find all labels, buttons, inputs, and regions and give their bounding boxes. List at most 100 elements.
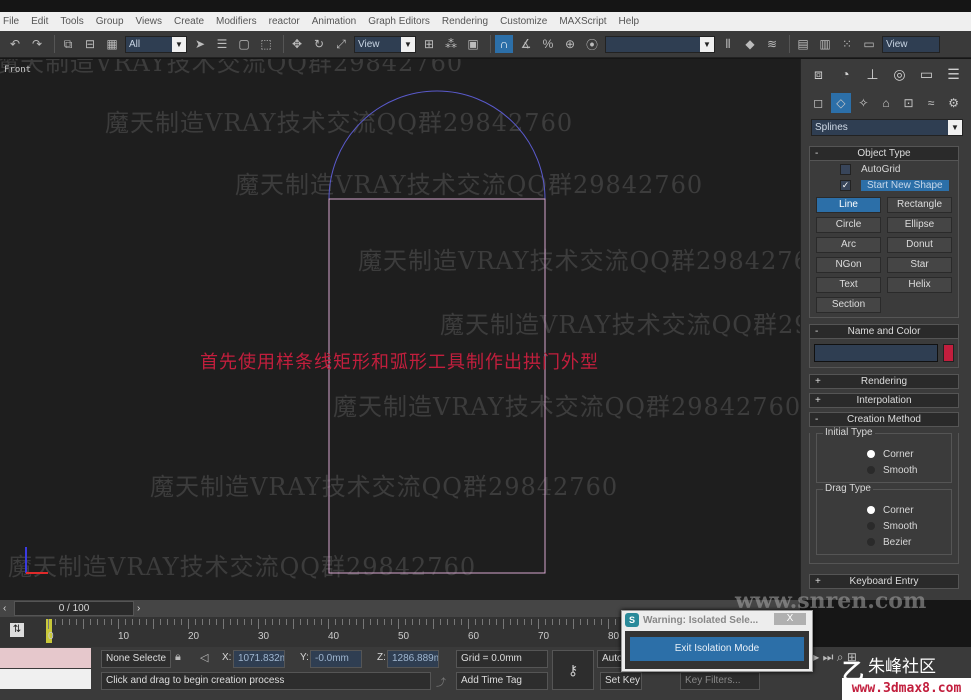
geometry-icon[interactable]: ◻ <box>808 93 828 113</box>
add-time-tag-button[interactable]: Add Time Tag <box>456 672 548 690</box>
maxscript-listener-output[interactable] <box>0 648 91 668</box>
rotate-icon[interactable]: ↻ <box>310 35 328 53</box>
name-and-color-rollout-header[interactable]: - Name and Color <box>809 324 959 339</box>
menu-edit[interactable]: Edit <box>31 16 48 27</box>
motion-tab-icon[interactable]: ◎ <box>889 63 911 85</box>
keyboard-shortcut-icon[interactable]: ▣ <box>464 35 482 53</box>
star-button[interactable]: Star <box>887 257 952 273</box>
exit-isolation-mode-button[interactable]: Exit Isolation Mode <box>630 637 804 661</box>
select-by-name-icon[interactable]: ☰ <box>213 35 231 53</box>
menu-views[interactable]: Views <box>136 16 163 27</box>
hierarchy-tab-icon[interactable]: ⊥ <box>862 63 884 85</box>
percent-snap-icon[interactable]: % <box>539 35 557 53</box>
radio-button[interactable] <box>867 506 875 514</box>
display-tab-icon[interactable]: ▭ <box>916 63 938 85</box>
initial-type-smooth-radio[interactable]: Smooth <box>817 462 951 478</box>
rectangular-selection-icon[interactable]: ▢ <box>235 35 253 53</box>
autogrid-checkbox[interactable]: AutoGrid <box>810 161 958 177</box>
menu-help[interactable]: Help <box>619 16 640 27</box>
unlink-icon[interactable]: ⊟ <box>81 35 99 53</box>
menu-rendering[interactable]: Rendering <box>442 16 488 27</box>
redo-icon[interactable]: ↷ <box>28 35 46 53</box>
window-crossing-icon[interactable]: ⬚ <box>257 35 275 53</box>
drag-type-smooth-radio[interactable]: Smooth <box>817 518 951 534</box>
front-viewport[interactable]: Front 魔天制造VRAY技术交流QQ群29842760 魔天制造VRAY技术… <box>0 59 800 600</box>
radio-button[interactable] <box>867 538 875 546</box>
walk-through-icon[interactable]: ⤴ <box>436 674 446 689</box>
cameras-icon[interactable]: ⌂ <box>876 93 896 113</box>
time-slider[interactable]: 0 / 100 <box>14 601 134 616</box>
object-name-input[interactable] <box>814 344 938 362</box>
drag-type-corner-radio[interactable]: Corner <box>817 502 951 518</box>
interpolation-rollout-header[interactable]: + Interpolation <box>809 393 959 408</box>
keyboard-entry-rollout-header[interactable]: + Keyboard Entry <box>809 574 959 589</box>
menu-create[interactable]: Create <box>174 16 204 27</box>
lock-selection-icon[interactable]: 🔒︎ <box>175 651 181 664</box>
menu-group[interactable]: Group <box>96 16 124 27</box>
rectangle-spline[interactable] <box>328 198 546 574</box>
menu-graph-editors[interactable]: Graph Editors <box>368 16 430 27</box>
line-button[interactable]: Line <box>816 197 881 213</box>
helix-button[interactable]: Helix <box>887 277 952 293</box>
menu-modifiers[interactable]: Modifiers <box>216 16 257 27</box>
text-button[interactable]: Text <box>816 277 881 293</box>
key-filters-button[interactable]: Key Filters... <box>680 672 760 690</box>
select-and-link-icon[interactable]: ⧉ <box>59 35 77 53</box>
menu-file[interactable]: File <box>3 16 19 27</box>
menu-maxscript[interactable]: MAXScript <box>559 16 606 27</box>
y-coordinate-input[interactable]: -0.0mm <box>310 650 362 668</box>
next-frame-icon[interactable]: › <box>137 603 140 614</box>
radio-button[interactable] <box>867 450 875 458</box>
curve-editor-icon[interactable]: ▤ <box>794 35 812 53</box>
close-button[interactable]: X <box>774 613 806 625</box>
layer-manager-icon[interactable]: ≋ <box>763 35 781 53</box>
angle-snap-icon[interactable]: ∡ <box>517 35 535 53</box>
snaps-toggle-icon[interactable]: ∩ <box>495 35 513 53</box>
render-setup-icon[interactable]: ▭ <box>860 35 878 53</box>
lights-icon[interactable]: ✧ <box>853 93 873 113</box>
maxscript-listener-input[interactable] <box>0 669 91 689</box>
ngon-button[interactable]: NGon <box>816 257 881 273</box>
align-icon[interactable]: ◆ <box>741 35 759 53</box>
edit-named-selection-icon[interactable]: ⦿ <box>583 35 601 53</box>
selection-filter-dropdown[interactable]: All ▼ <box>125 35 187 53</box>
menu-customize[interactable]: Customize <box>500 16 547 27</box>
radio-button[interactable] <box>867 466 875 474</box>
arc-button[interactable]: Arc <box>816 237 881 253</box>
render-viewport-dropdown[interactable]: View <box>882 35 940 53</box>
utilities-tab-icon[interactable]: ☰ <box>943 63 965 85</box>
x-coordinate-input[interactable]: 1071.832m <box>233 650 285 668</box>
checkmark-icon[interactable]: ✓ <box>840 179 851 191</box>
ellipse-button[interactable]: Ellipse <box>887 217 952 233</box>
set-key-mode-icon[interactable]: ⚷ <box>552 650 594 690</box>
helpers-icon[interactable]: ⊡ <box>899 93 919 113</box>
category-dropdown[interactable]: Splines ▼ <box>811 119 963 136</box>
arc-spline[interactable] <box>328 90 546 200</box>
create-tab-icon[interactable]: ⧈ <box>808 63 830 85</box>
menu-tools[interactable]: Tools <box>60 16 83 27</box>
radio-button[interactable] <box>867 522 875 530</box>
circle-button[interactable]: Circle <box>816 217 881 233</box>
select-manipulate-icon[interactable]: ⁂ <box>442 35 460 53</box>
set-key-button[interactable]: Set Key <box>600 672 642 690</box>
initial-type-corner-radio[interactable]: Corner <box>817 446 951 462</box>
section-button[interactable]: Section <box>816 297 881 313</box>
arch-shape[interactable] <box>0 59 800 600</box>
shapes-icon[interactable]: ◇ <box>830 93 851 113</box>
prev-frame-icon[interactable]: ‹ <box>3 603 6 614</box>
rectangle-button[interactable]: Rectangle <box>887 197 952 213</box>
schematic-view-icon[interactable]: ▥ <box>816 35 834 53</box>
scale-icon[interactable]: ⤢ <box>332 35 350 53</box>
object-color-swatch[interactable] <box>943 344 954 362</box>
rendering-rollout-header[interactable]: + Rendering <box>809 374 959 389</box>
open-mini-curve-editor-icon[interactable]: ⇅ <box>10 623 24 637</box>
pivot-center-icon[interactable]: ⊞ <box>420 35 438 53</box>
undo-icon[interactable]: ↶ <box>6 35 24 53</box>
next-key-icon[interactable]: ⏭ <box>823 650 834 664</box>
spinner-snap-icon[interactable]: ⊕ <box>561 35 579 53</box>
material-editor-icon[interactable]: ⁙ <box>838 35 856 53</box>
named-selection-dropdown[interactable]: ▼ <box>605 35 715 53</box>
modify-tab-icon[interactable]: ◔ <box>835 63 857 85</box>
space-warps-icon[interactable]: ≈ <box>921 93 941 113</box>
bind-space-warp-icon[interactable]: ▦ <box>103 35 121 53</box>
